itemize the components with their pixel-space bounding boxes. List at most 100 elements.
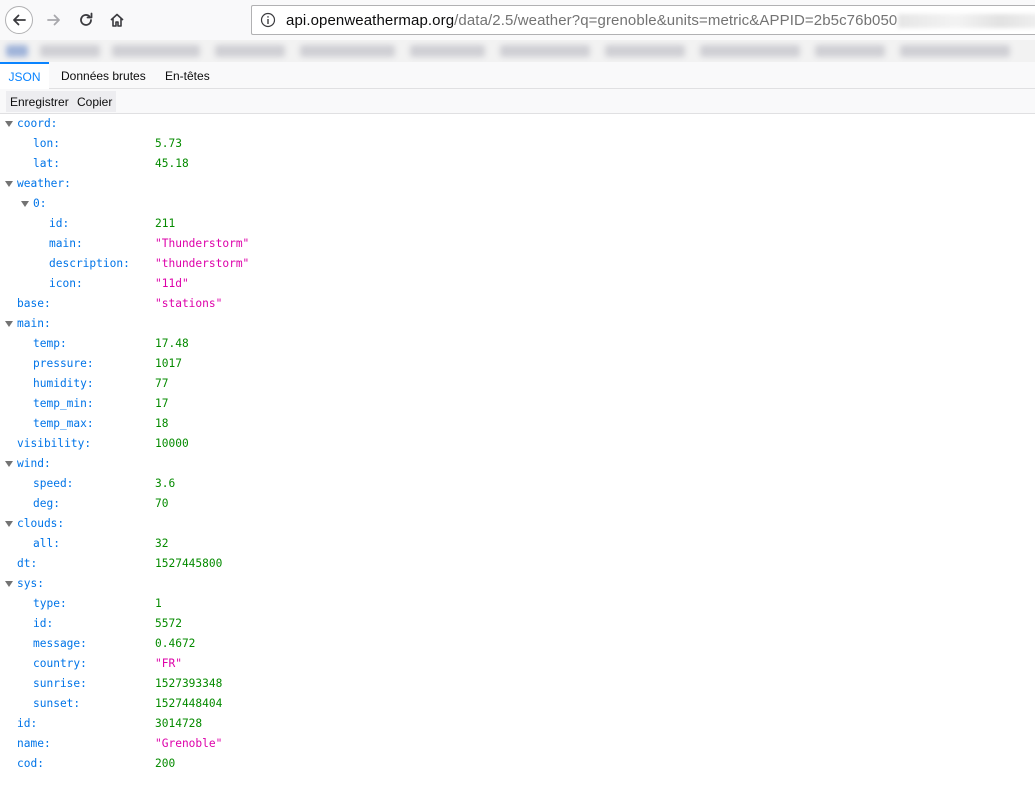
- tab-headers[interactable]: En-têtes: [165, 62, 210, 89]
- expand-arrow-icon[interactable]: [5, 121, 13, 127]
- json-value: 45.18: [155, 157, 189, 170]
- json-key: cod:: [17, 757, 44, 770]
- json-value: 1017: [155, 357, 182, 370]
- home-button[interactable]: [103, 6, 131, 34]
- json-value: 3014728: [155, 717, 203, 730]
- json-value: 10000: [155, 437, 189, 450]
- json-row: lon: 5.73: [0, 134, 1035, 154]
- json-key: dt:: [17, 557, 38, 570]
- json-row: base: "stations": [0, 294, 1035, 314]
- json-row: country: "FR": [0, 654, 1035, 674]
- json-key: icon:: [49, 277, 83, 290]
- json-value: 3.6: [155, 477, 176, 490]
- url-redacted-segment: [898, 13, 1035, 28]
- json-row[interactable]: clouds:: [0, 514, 1035, 534]
- json-key: coord:: [17, 117, 58, 130]
- bookmark-blurred[interactable]: [500, 45, 590, 57]
- bookmark-blurred[interactable]: [215, 45, 285, 57]
- json-key: temp_min:: [33, 397, 94, 410]
- copy-button[interactable]: Copier: [73, 91, 117, 112]
- json-value: 17: [155, 397, 169, 410]
- url-host: api.openweathermap.org: [286, 11, 455, 29]
- json-row: message: 0.4672: [0, 634, 1035, 654]
- json-row: cod: 200: [0, 754, 1035, 774]
- bookmark-blurred[interactable]: [40, 45, 100, 57]
- json-key: lon:: [33, 137, 60, 150]
- json-value: 77: [155, 377, 169, 390]
- json-row[interactable]: sys:: [0, 574, 1035, 594]
- bookmark-blurred[interactable]: [815, 45, 885, 57]
- json-key: type:: [33, 597, 67, 610]
- json-row[interactable]: wind:: [0, 454, 1035, 474]
- bookmarks-bar: [0, 40, 1035, 62]
- json-row: all: 32: [0, 534, 1035, 554]
- json-row[interactable]: coord:: [0, 114, 1035, 134]
- url-path: /data/2.5/weather?q=grenoble&units=metri…: [454, 11, 898, 29]
- json-row: description: "thunderstorm": [0, 254, 1035, 274]
- bookmark-blurred[interactable]: [410, 45, 485, 57]
- json-row[interactable]: main:: [0, 314, 1035, 334]
- json-row: id: 211: [0, 214, 1035, 234]
- save-button[interactable]: Enregistrer: [6, 91, 73, 112]
- expand-arrow-icon[interactable]: [5, 321, 13, 327]
- json-key: wind:: [17, 457, 51, 470]
- info-icon[interactable]: [260, 12, 276, 28]
- json-key: visibility:: [17, 437, 92, 450]
- tab-raw-data[interactable]: Données brutes: [61, 62, 146, 89]
- json-key: id:: [17, 717, 38, 730]
- bookmark-blurred[interactable]: [300, 45, 395, 57]
- url-bar[interactable]: api.openweathermap.org/data/2.5/weather?…: [251, 5, 1035, 35]
- json-row: lat: 45.18: [0, 154, 1035, 174]
- browser-toolbar: api.openweathermap.org/data/2.5/weather?…: [0, 0, 1035, 40]
- json-key: deg:: [33, 497, 60, 510]
- json-row: temp_min: 17: [0, 394, 1035, 414]
- json-key: speed:: [33, 477, 74, 490]
- json-row: temp: 17.48: [0, 334, 1035, 354]
- json-value: 1527393348: [155, 677, 223, 690]
- json-key: id:: [33, 617, 54, 630]
- json-value: "stations": [155, 297, 223, 310]
- json-key: sys:: [17, 577, 44, 590]
- json-key: clouds:: [17, 517, 65, 530]
- tab-json[interactable]: JSON: [0, 62, 49, 90]
- expand-arrow-icon[interactable]: [5, 181, 13, 187]
- json-value: 18: [155, 417, 169, 430]
- json-value: 1: [155, 597, 162, 610]
- json-row: deg: 70: [0, 494, 1035, 514]
- bookmark-blurred[interactable]: [605, 45, 685, 57]
- json-row[interactable]: weather:: [0, 174, 1035, 194]
- back-button[interactable]: [5, 6, 33, 34]
- json-row: main: "Thunderstorm": [0, 234, 1035, 254]
- expand-arrow-icon[interactable]: [5, 461, 13, 467]
- json-key: main:: [17, 317, 51, 330]
- json-value: 0.4672: [155, 637, 196, 650]
- expand-arrow-icon[interactable]: [5, 581, 13, 587]
- json-key: 0:: [33, 197, 47, 210]
- json-row: id: 5572: [0, 614, 1035, 634]
- json-row: speed: 3.6: [0, 474, 1035, 494]
- viewer-tabs: JSON Données brutes En-têtes: [0, 62, 1035, 90]
- expand-arrow-icon[interactable]: [5, 521, 13, 527]
- reload-icon: [80, 12, 93, 26]
- expand-arrow-icon[interactable]: [21, 201, 29, 207]
- arrow-right-icon: [47, 14, 60, 26]
- json-row: dt: 1527445800: [0, 554, 1035, 574]
- json-row: humidity: 77: [0, 374, 1035, 394]
- bookmark-blurred[interactable]: [900, 45, 1010, 57]
- json-row[interactable]: 0:: [0, 194, 1035, 214]
- json-key: country:: [33, 657, 87, 670]
- bookmark-blurred[interactable]: [6, 45, 28, 57]
- json-key: weather:: [17, 177, 71, 190]
- json-row: pressure: 1017: [0, 354, 1035, 374]
- json-key: temp:: [33, 337, 67, 350]
- bookmark-blurred[interactable]: [112, 45, 200, 57]
- forward-button[interactable]: [40, 6, 68, 34]
- json-key: base:: [17, 297, 51, 310]
- bookmark-blurred[interactable]: [700, 45, 800, 57]
- json-key: message:: [33, 637, 87, 650]
- json-row: type: 1: [0, 594, 1035, 614]
- json-value: "Grenoble": [155, 737, 223, 750]
- reload-button[interactable]: [72, 6, 100, 34]
- json-value: "thunderstorm": [155, 257, 250, 270]
- json-value: 200: [155, 757, 176, 770]
